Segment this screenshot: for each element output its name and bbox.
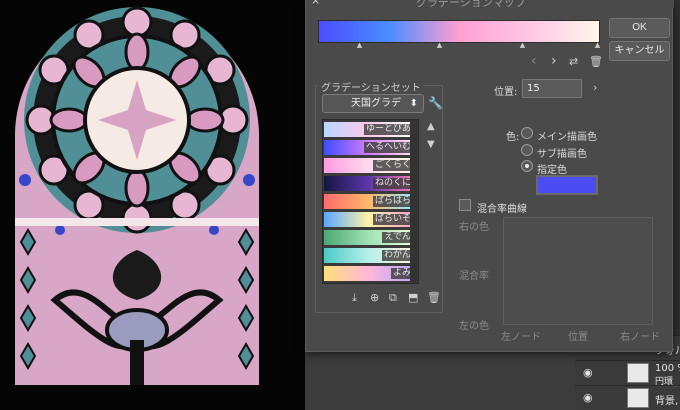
trash-icon[interactable]: 🗑 bbox=[589, 55, 603, 69]
gradient-map-dialog: × グラデーションマップ ▲ ▲ ▲ ▲ OK キャンセル ‹ › ⇄ 🗑 グラ… bbox=[305, 0, 674, 352]
selected-set-name: 天国グラデ bbox=[351, 98, 401, 109]
gradient-set-label: グラデーションセット bbox=[318, 79, 424, 94]
cancel-button[interactable]: キャンセル bbox=[609, 41, 670, 61]
chevron-left-icon[interactable]: ‹ bbox=[531, 54, 537, 68]
preset-name: ぱらはら bbox=[372, 196, 413, 207]
radio-sub-color[interactable] bbox=[521, 144, 533, 156]
stained-glass-illustration bbox=[15, 6, 259, 385]
dialog-title: グラデーションマップ bbox=[416, 0, 526, 9]
duplicate-icon[interactable]: ⧉ bbox=[389, 291, 397, 305]
close-icon[interactable]: × bbox=[311, 0, 320, 7]
preset-item[interactable]: ぱらいそ bbox=[324, 211, 413, 228]
blend-curve-graph[interactable] bbox=[503, 217, 653, 325]
chevron-updown-icon: ⬍ bbox=[409, 98, 418, 109]
import-icon[interactable]: ⤓ bbox=[352, 291, 357, 305]
preset-item[interactable]: えでん bbox=[324, 229, 413, 246]
color-label: 色: bbox=[506, 132, 520, 143]
preset-item[interactable]: わがん bbox=[324, 247, 413, 264]
preset-name: へるへいむ bbox=[363, 142, 413, 153]
canvas-artwork[interactable] bbox=[0, 0, 305, 410]
gradient-set-tools: ⤓ ⊕ ⧉ ⬒ 🗑 bbox=[352, 291, 442, 305]
preset-name: ゆーとぴあ bbox=[363, 124, 413, 135]
axis-position: 位置 bbox=[568, 332, 588, 343]
preset-name: ごくらく bbox=[372, 160, 413, 171]
axis-left-color: 左の色 bbox=[459, 321, 489, 332]
blend-curve-checkbox[interactable] bbox=[459, 199, 471, 211]
add-icon[interactable]: ⊕ bbox=[370, 291, 379, 304]
radio-main-color-label: メイン描画色 bbox=[537, 132, 597, 143]
chevron-right-icon[interactable]: › bbox=[593, 81, 597, 94]
radio-specified-color[interactable] bbox=[521, 160, 533, 172]
preset-list[interactable]: ゆーとぴあへるへいむごくらくねのくにぱらはらぱらいそえでんわがんよみ bbox=[322, 119, 419, 284]
wrench-icon[interactable]: 🔧 bbox=[428, 96, 443, 110]
preset-name: わがん bbox=[381, 250, 413, 261]
layer-row-circle[interactable]: ◉ 100 % 円環_ bbox=[575, 360, 680, 387]
gradient-set-select[interactable]: 天国グラデ ⬍ bbox=[322, 94, 424, 113]
blend-curve-label: 混合率曲線 bbox=[477, 204, 527, 215]
chevron-right-icon[interactable]: › bbox=[551, 54, 557, 68]
trash-icon[interactable]: 🗑 bbox=[427, 291, 441, 304]
preset-name: ぱらいそ bbox=[372, 214, 413, 225]
arrow-up-icon[interactable]: ▲ bbox=[427, 121, 435, 132]
layer-thumbnail bbox=[627, 388, 649, 408]
gradient-bar[interactable] bbox=[318, 20, 600, 43]
axis-right-node: 右ノード bbox=[620, 332, 660, 343]
arrow-down-icon[interactable]: ▼ bbox=[427, 139, 435, 150]
position-input[interactable]: 15 bbox=[522, 79, 582, 98]
preset-item[interactable]: よみ bbox=[324, 265, 413, 282]
preset-item[interactable]: へるへいむ bbox=[324, 139, 413, 156]
layer-row-background[interactable]: ◉ 背景, フ bbox=[575, 385, 680, 409]
radio-specified-color-label: 指定色 bbox=[537, 165, 567, 176]
ok-button[interactable]: OK bbox=[609, 18, 670, 38]
axis-right-color: 右の色 bbox=[459, 222, 489, 233]
specified-color-swatch[interactable] bbox=[536, 175, 598, 195]
eye-icon[interactable]: ◉ bbox=[583, 366, 597, 380]
eye-icon[interactable]: ◉ bbox=[583, 391, 597, 405]
axis-blend-rate: 混合率 bbox=[459, 271, 489, 282]
layer-thumbnail bbox=[627, 363, 649, 383]
gradient-stop-marker[interactable]: ▲ bbox=[356, 42, 363, 49]
position-label: 位置: bbox=[494, 87, 518, 98]
flip-icon[interactable]: ⇄ bbox=[569, 55, 578, 69]
layer-opacity: 100 % bbox=[655, 363, 680, 374]
axis-left-node: 左ノード bbox=[501, 332, 541, 343]
gradient-stop-marker[interactable]: ▲ bbox=[519, 42, 526, 49]
gradient-stop-marker[interactable]: ▲ bbox=[594, 42, 601, 49]
gradient-nav-tools: ‹ › ⇄ 🗑 bbox=[529, 54, 609, 70]
preset-item[interactable]: ゆーとぴあ bbox=[324, 121, 413, 138]
preset-item[interactable]: ぱらはら bbox=[324, 193, 413, 210]
preset-list-scrollbar[interactable] bbox=[410, 120, 417, 283]
preset-name: ねのくに bbox=[372, 178, 413, 189]
layer-name: 背景, フ bbox=[655, 396, 680, 407]
export-icon[interactable]: ⬒ bbox=[408, 291, 418, 304]
preset-name: えでん bbox=[382, 232, 413, 243]
preset-item[interactable]: ねのくに bbox=[324, 175, 413, 192]
gradient-stop-marker[interactable]: ▲ bbox=[436, 42, 443, 49]
radio-sub-color-label: サブ描画色 bbox=[537, 149, 587, 160]
preset-item[interactable]: ごくらく bbox=[324, 157, 413, 174]
radio-main-color[interactable] bbox=[521, 127, 533, 139]
